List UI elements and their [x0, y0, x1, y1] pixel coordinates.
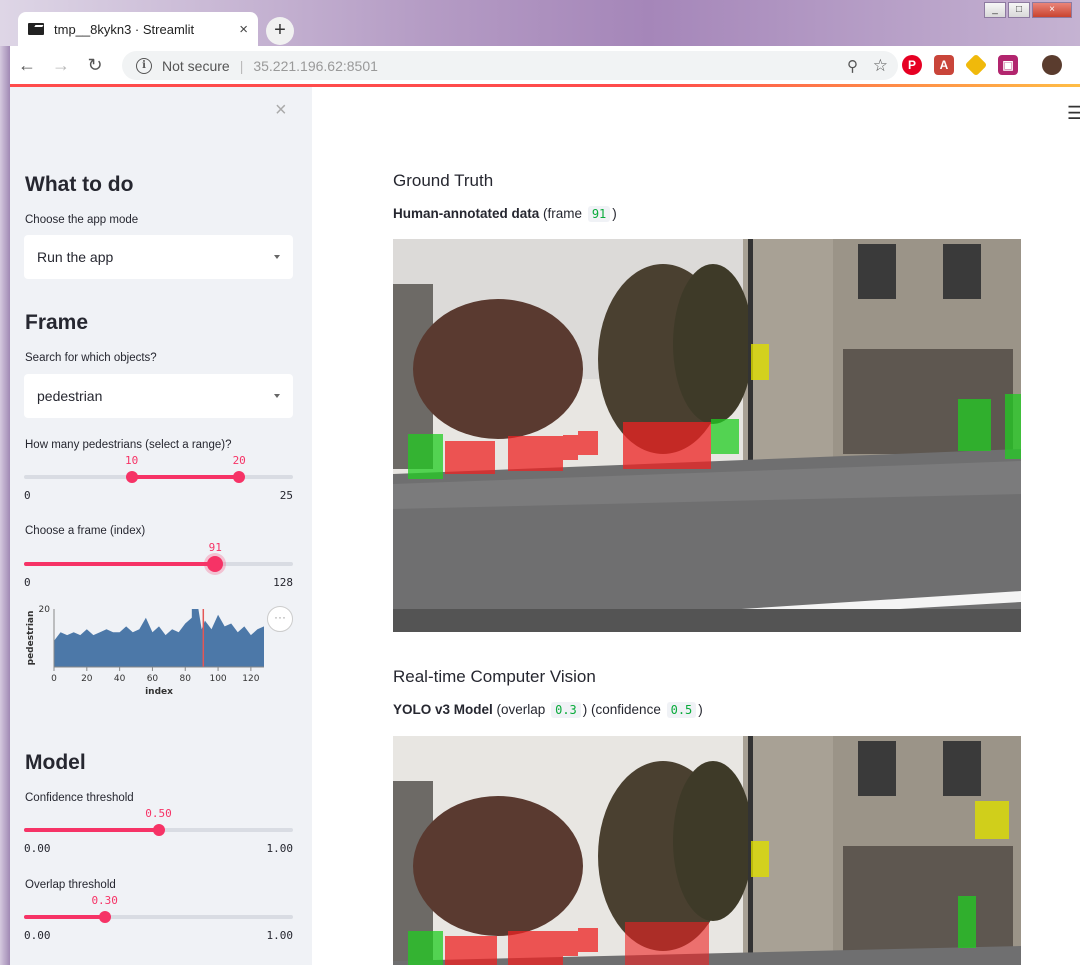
confidence-value: 0.5 [666, 702, 697, 718]
chart-highlight-band [191, 609, 199, 667]
zoom-icon[interactable]: ⚲ [847, 57, 858, 75]
caption-bold: YOLO v3 Model [393, 702, 493, 717]
window-titlebar: tmp__8kykn3 · Streamlit × + _ □ × [0, 0, 1080, 46]
security-label: Not secure [162, 57, 230, 74]
slider-handle[interactable] [207, 556, 224, 572]
range-slider-label: How many pedestrians (select a range)? [25, 439, 232, 451]
app-mode-label: Choose the app mode [25, 214, 139, 226]
slider-fill [24, 828, 159, 832]
chart-x-tick-label: 20 [81, 674, 93, 684]
chart-x-tick-label: 100 [209, 674, 226, 684]
reload-icon[interactable]: ↻ [78, 55, 112, 76]
browser-toolbar: ← → ↻ i Not secure | 35.221.196.62:8501 … [10, 46, 1080, 84]
section-title-frame: Frame [25, 311, 89, 334]
sidebar: × What to do Choose the app mode Run the… [10, 87, 312, 965]
slider-min: 0 [24, 489, 31, 502]
slider-low-value: 10 [124, 454, 139, 467]
app-mode-select[interactable]: Run the app [24, 235, 293, 279]
tab-close-button[interactable]: × [239, 21, 248, 38]
sidebar-close-icon[interactable]: × [275, 99, 287, 122]
slider-high-handle[interactable] [233, 471, 246, 483]
window-controls: _ □ × [984, 2, 1072, 18]
caption-bold: Human-annotated data [393, 206, 540, 221]
confidence-slider-label: Confidence threshold [25, 792, 134, 804]
slider-max: 1.00 [266, 929, 294, 942]
slider-max: 1.00 [266, 842, 294, 855]
forward-arrow-icon[interactable]: → [44, 55, 78, 76]
ground-truth-caption: Human-annotated data (frame 91) [393, 206, 617, 222]
chart-x-tick-label: 40 [114, 674, 126, 684]
caption-text: ) (confidence [582, 702, 661, 717]
chart-y-axis-label: pedestrian [26, 611, 36, 666]
slider-max: 128 [273, 576, 293, 589]
window-close-button[interactable]: × [1032, 2, 1072, 18]
slider-handle[interactable] [152, 824, 165, 836]
ground-truth-image [393, 239, 1021, 632]
minimize-button[interactable]: _ [984, 2, 1006, 18]
tab-title: tmp__8kykn3 · Streamlit [54, 21, 195, 37]
screen-extension-icon[interactable]: ▣ [998, 55, 1018, 75]
chevron-down-icon [274, 394, 280, 398]
slider-value: 0.30 [91, 894, 118, 907]
address-bar[interactable]: i Not secure | 35.221.196.62:8501 ⚲ ☆ [122, 51, 898, 80]
slider-value: 91 [208, 541, 222, 554]
back-arrow-icon[interactable]: ← [10, 55, 44, 76]
overlap-value: 0.3 [551, 702, 581, 718]
window-left-edge [0, 46, 10, 965]
chart-y-tick-label: 20 [39, 605, 51, 615]
overlap-slider-label: Overlap threshold [25, 879, 116, 891]
url-text[interactable]: 35.221.196.62:8501 [253, 58, 378, 74]
slider-min: 0 [24, 576, 31, 589]
objects-label: Search for which objects? [25, 352, 157, 364]
new-tab-button[interactable]: + [266, 17, 294, 45]
pinterest-extension-icon[interactable]: P [902, 55, 922, 75]
pedestrian-count-chart: 0 20 40 60 80 100 120 20 index pedestrian [26, 605, 264, 697]
streamlit-favicon-icon [28, 23, 44, 35]
pdf-extension-icon[interactable]: A [934, 55, 954, 75]
caption-text: ) [612, 206, 617, 221]
slider-fill [131, 475, 240, 479]
slider-max: 25 [279, 489, 293, 502]
chart-x-tick-label: 120 [242, 674, 259, 684]
caption-text: (overlap [496, 702, 546, 717]
address-separator: | [239, 57, 244, 74]
caption-text: (frame [543, 206, 583, 221]
objects-value: pedestrian [37, 388, 103, 404]
chart-area-series [54, 609, 264, 667]
hamburger-menu-icon[interactable]: ☰ [1067, 103, 1080, 124]
slider-value: 0.50 [145, 807, 172, 820]
slider-high-value: 20 [232, 454, 246, 467]
chevron-down-icon [274, 255, 280, 259]
info-icon[interactable]: i [136, 57, 152, 74]
profile-avatar[interactable] [1042, 55, 1062, 75]
chart-x-tick-label: 60 [147, 674, 159, 684]
frame-slider-label: Choose a frame (index) [25, 525, 146, 537]
frame-number: 91 [587, 206, 611, 222]
bookmark-star-icon[interactable]: ☆ [873, 56, 888, 76]
computer-vision-caption: YOLO v3 Model (overlap 0.3) (confidence … [393, 702, 703, 718]
chart-x-axis-label: index [145, 687, 173, 697]
ground-truth-title: Ground Truth [393, 171, 494, 190]
caption-text: ) [698, 702, 703, 717]
binance-extension-icon[interactable] [964, 53, 988, 77]
computer-vision-title: Real-time Computer Vision [393, 667, 596, 686]
slider-low-handle[interactable] [125, 471, 138, 483]
section-title-model: Model [25, 751, 86, 774]
app-mode-value: Run the app [37, 249, 114, 265]
slider-fill [24, 915, 105, 919]
slider-fill [24, 562, 216, 566]
chart-x-tick-label: 80 [180, 674, 192, 684]
slider-min: 0.00 [24, 842, 51, 855]
browser-tab[interactable]: tmp__8kykn3 · Streamlit × [18, 12, 258, 46]
slider-min: 0.00 [24, 929, 51, 942]
chart-more-button[interactable]: ··· [267, 606, 293, 632]
objects-select[interactable]: pedestrian [24, 374, 293, 418]
chart-x-tick-label: 0 [51, 674, 57, 684]
section-title-what-to-do: What to do [25, 173, 134, 196]
slider-handle[interactable] [98, 911, 111, 923]
model-prediction-image [393, 736, 1021, 965]
maximize-button[interactable]: □ [1008, 2, 1030, 18]
